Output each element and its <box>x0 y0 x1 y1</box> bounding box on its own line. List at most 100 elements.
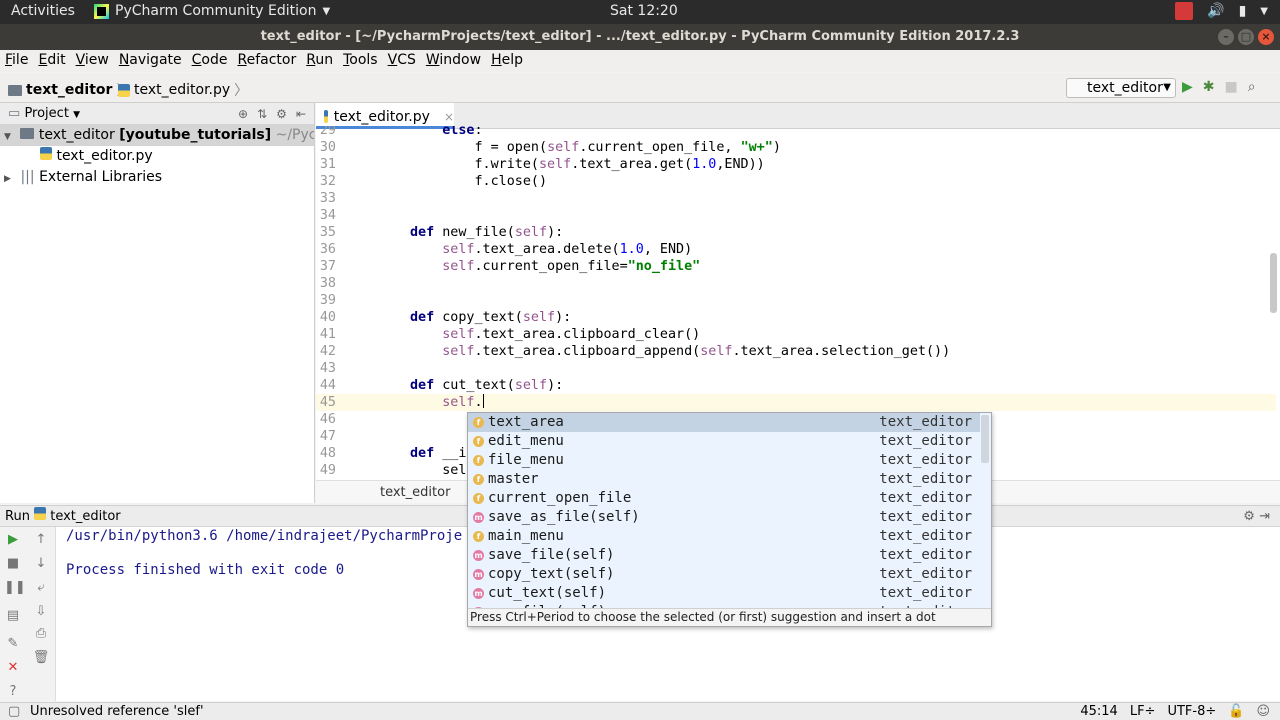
volume-icon[interactable]: 🔊 <box>1207 3 1224 19</box>
code-line[interactable]: 43 <box>316 360 1276 377</box>
locate-icon[interactable]: ⊕ <box>238 103 248 125</box>
completion-item[interactable]: m save_as_file(self) text_editor <box>468 508 980 527</box>
menu-file[interactable]: File <box>5 50 33 72</box>
menu-vcs[interactable]: VCS <box>388 50 421 72</box>
run-configuration-select[interactable]: text_editor ▼ <box>1066 78 1176 98</box>
code-line[interactable]: 41 self.text_area.clipboard_clear() <box>316 326 1276 343</box>
gear-icon[interactable]: ⚙ <box>276 103 287 125</box>
completion-item-name: save_as_file(self) <box>488 509 640 525</box>
tree-item-project-root[interactable]: ▼ text_editor [youtube_tutorials] ~/Pych… <box>0 125 314 146</box>
completion-item[interactable]: f file_menu text_editor <box>468 451 980 470</box>
stop-icon[interactable]: ■ <box>4 555 22 573</box>
tool-window-toggle-icon[interactable]: ▢ <box>8 703 20 720</box>
trash-icon[interactable]: 🗑 <box>32 649 50 667</box>
code-text: self.current_open_file="no_file" <box>442 259 701 274</box>
stop-icon[interactable]: ■ <box>1225 79 1238 95</box>
run-panel-label[interactable]: Run <box>5 509 30 524</box>
print-icon[interactable]: ⎙ <box>32 625 50 643</box>
code-line[interactable]: 36 self.text_area.delete(1.0, END) <box>316 241 1276 258</box>
close-tab-icon[interactable]: × <box>444 110 454 124</box>
soft-wrap-icon[interactable]: ⤶ <box>32 579 50 597</box>
menu-navigate[interactable]: Navigate <box>119 50 187 72</box>
caret-position[interactable]: 45:14 <box>1080 703 1117 720</box>
completion-item-type: text_editor <box>879 585 972 601</box>
menu-refactor[interactable]: Refactor <box>237 50 301 72</box>
completion-more-link[interactable]: >> π <box>952 626 983 627</box>
gear-icon[interactable]: ⚙ <box>1243 509 1255 524</box>
hide-panel-icon[interactable]: ⇥ <box>1259 509 1270 524</box>
menu-view[interactable]: View <box>76 50 114 72</box>
code-line[interactable]: 31 f.write(self.text_area.get(1.0,END)) <box>316 156 1276 173</box>
debug-icon[interactable]: ✱ <box>1203 79 1215 95</box>
activities-button[interactable]: Activities <box>11 3 75 19</box>
expand-triangle-icon[interactable]: ▼ <box>4 127 16 146</box>
menu-help[interactable]: Help <box>491 50 528 72</box>
menu-edit[interactable]: Edit <box>38 50 70 72</box>
tree-item-file[interactable]: text_editor.py <box>0 146 314 167</box>
completion-item[interactable]: f text_area text_editor <box>468 413 980 432</box>
close-window-button[interactable]: × <box>1258 29 1274 45</box>
tree-item-external-libraries[interactable]: ▶ ||| External Libraries <box>0 167 314 188</box>
menu-code[interactable]: Code <box>192 50 233 72</box>
help-icon[interactable]: ? <box>4 683 22 701</box>
completion-item[interactable]: f edit_menu text_editor <box>468 432 980 451</box>
scroll-to-end-icon[interactable]: ⇩ <box>32 603 50 621</box>
minimize-button[interactable]: – <box>1218 29 1234 45</box>
code-line[interactable]: 44 def cut_text(self): <box>316 377 1276 394</box>
code-line[interactable]: 37 self.current_open_file="no_file" <box>316 258 1276 275</box>
code-line[interactable]: 42 self.text_area.clipboard_append(self.… <box>316 343 1276 360</box>
code-line[interactable]: 45 self. <box>316 394 1276 411</box>
hide-panel-icon[interactable]: ⇤ <box>296 103 306 125</box>
project-view-select[interactable]: Project <box>24 106 68 121</box>
up-arrow-icon[interactable]: ↑ <box>32 531 50 549</box>
inspector-icon[interactable]: ☺ <box>1256 703 1270 720</box>
nav-crumb-file[interactable]: text_editor.py 〉 <box>118 80 248 100</box>
down-arrow-icon[interactable]: ↓ <box>32 555 50 573</box>
restore-layout-icon[interactable]: ▤ <box>4 607 22 625</box>
menu-tools[interactable]: Tools <box>343 50 383 72</box>
code-line[interactable]: 33 <box>316 190 1276 207</box>
code-line[interactable]: 30 f = open(self.current_open_file, "w+"… <box>316 139 1276 156</box>
code-line[interactable]: 39 <box>316 292 1276 309</box>
clock[interactable]: Sat 12:20 <box>610 3 678 19</box>
completion-scrollbar[interactable] <box>981 415 989 463</box>
record-indicator-icon[interactable] <box>1175 2 1194 20</box>
completion-item[interactable]: f master text_editor <box>468 470 980 489</box>
code-line[interactable]: 38 <box>316 275 1276 292</box>
maximize-button[interactable]: □ <box>1238 29 1254 45</box>
file-encoding[interactable]: UTF-8÷ <box>1167 703 1216 720</box>
console-output[interactable]: /usr/bin/python3.6 /home/indrajeet/Pycha… <box>66 527 462 579</box>
code-line[interactable]: 29 else: <box>316 126 1276 139</box>
pause-icon[interactable]: ❚❚ <box>4 579 26 597</box>
completion-item[interactable]: m cut_text(self) text_editor <box>468 584 980 603</box>
collapse-all-icon[interactable]: ⇅ <box>257 103 267 125</box>
pin-icon[interactable]: ✎ <box>4 635 22 653</box>
close-icon[interactable]: ✕ <box>4 659 22 677</box>
code-line[interactable]: 34 <box>316 207 1276 224</box>
completion-item[interactable]: f main_menu text_editor <box>468 527 980 546</box>
app-menu[interactable]: PyCharm Community Edition ▼ <box>94 3 330 19</box>
run-config-tab[interactable]: text_editor <box>50 509 120 524</box>
line-separator[interactable]: LF÷ <box>1130 703 1156 720</box>
power-menu-icon[interactable]: ▼ <box>1260 6 1268 17</box>
code-line[interactable]: 32 f.close() <box>316 173 1276 190</box>
code-line[interactable]: 40 def copy_text(self): <box>316 309 1276 326</box>
nav-crumb-project[interactable]: text_editor 〉 <box>8 80 130 100</box>
lock-icon[interactable]: 🔓 <box>1228 703 1244 720</box>
menu-run[interactable]: Run <box>306 50 338 72</box>
search-everywhere-icon[interactable]: ⌕ <box>1248 79 1256 95</box>
menu-window[interactable]: Window <box>426 50 486 72</box>
completion-item[interactable]: m save_file(self) text_editor <box>468 546 980 565</box>
collapsed-triangle-icon[interactable]: ▶ <box>4 169 16 188</box>
editor-scrollbar[interactable] <box>1270 133 1277 473</box>
battery-icon[interactable]: ▮ <box>1239 3 1247 19</box>
system-top-bar: Activities PyCharm Community Edition ▼ S… <box>0 0 1280 24</box>
code-line[interactable]: 35 def new_file(self): <box>316 224 1276 241</box>
code-completion-popup[interactable]: f text_area text_editor f edit_menu text_edit… <box>467 412 992 627</box>
chevron-down-icon: ▼ <box>322 5 331 17</box>
rerun-icon[interactable]: ▶ <box>4 531 22 549</box>
completion-item[interactable]: f current_open_file text_editor <box>468 489 980 508</box>
chevron-down-icon[interactable]: ▼ <box>73 110 80 120</box>
completion-item[interactable]: m copy_text(self) text_editor <box>468 565 980 584</box>
run-icon[interactable]: ▶ <box>1182 79 1193 95</box>
